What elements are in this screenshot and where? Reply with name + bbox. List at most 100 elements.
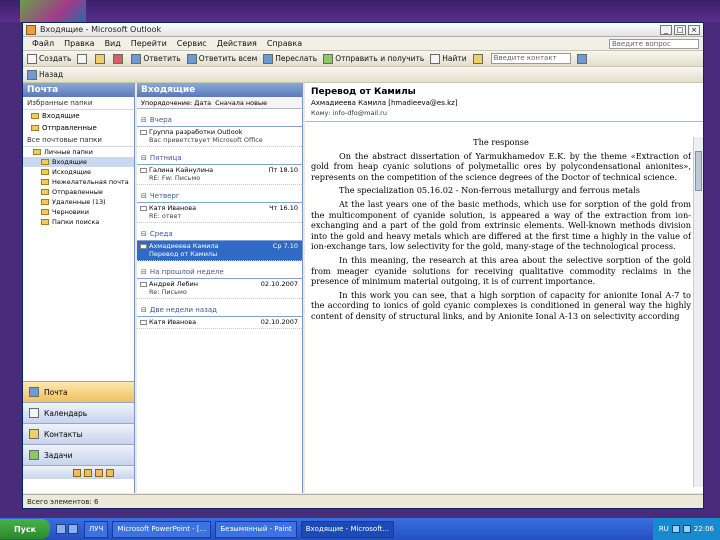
list-item[interactable]: Катя Иванова 02.10.2007 (137, 317, 302, 329)
back-button[interactable]: Назад (27, 69, 64, 80)
group-header[interactable]: Две недели назад (137, 303, 302, 317)
tree-inbox[interactable]: Входящие (23, 157, 134, 167)
start-button[interactable]: Пуск (0, 519, 50, 539)
group-header[interactable]: Четверг (137, 189, 302, 203)
menu-view[interactable]: Вид (100, 39, 126, 48)
send-receive-button[interactable]: Отправить и получить (323, 53, 424, 64)
nav-button-contacts[interactable]: Контакты (23, 423, 134, 444)
nav-button-label: Почта (44, 387, 68, 397)
menu-file[interactable]: Файл (27, 39, 59, 48)
tasks-icon (29, 450, 39, 460)
menu-edit[interactable]: Правка (59, 39, 99, 48)
menu-bar: Файл Правка Вид Перейти Сервис Действия … (23, 37, 703, 51)
send-receive-icon (323, 53, 334, 64)
reading-scrollbar[interactable] (693, 137, 703, 487)
sort-by-column[interactable]: Упорядочение: Дата (137, 97, 211, 108)
message-body: The response On the abstract dissertatio… (311, 137, 691, 487)
menu-go[interactable]: Перейти (126, 39, 172, 48)
help-button[interactable] (576, 53, 589, 64)
create-button[interactable]: Создать (27, 53, 71, 64)
message-from: Галина Кайнулина (149, 166, 214, 174)
list-item[interactable]: Андрей Лебин 02.10.2007 Re: Письмо (137, 279, 302, 299)
message-recipient[interactable]: info-dfo@mail.ru (333, 109, 387, 117)
nav-button-label: Календарь (44, 408, 88, 418)
message-recipient-row: Кому: info-dfo@mail.ru (311, 109, 697, 117)
envelope-icon (140, 130, 147, 135)
taskbar-item-active[interactable]: Входящие - Microsoft... (300, 520, 394, 538)
tree-search-folders[interactable]: Папки поиска (23, 217, 134, 227)
shortcuts-icon[interactable] (95, 468, 103, 477)
tree-sent[interactable]: Отправленные (23, 187, 134, 197)
message-sender[interactable]: Ахмадиеева Камила [hmadieeva@es.kz] (311, 99, 697, 107)
quick-launch-ie-icon[interactable] (56, 524, 66, 534)
group-header[interactable]: Пятница (137, 151, 302, 165)
nav-button-calendar[interactable]: Календарь (23, 402, 134, 423)
list-item-selected[interactable]: Ахмадиеева Камила Ср 7.10 Перевод от Ками… (137, 241, 302, 261)
contact-search-input[interactable]: Введите контакт (490, 53, 571, 64)
nav-header: Почта (23, 83, 134, 97)
taskbar-item[interactable]: Безымянный - Paint (215, 520, 297, 538)
doc-paragraph: In this meaning, the research at this ar… (311, 254, 691, 287)
menu-help[interactable]: Справка (262, 39, 307, 48)
tree-personal-folders[interactable]: Личные папки (23, 147, 134, 157)
nav-button-label: Контакты (44, 429, 83, 439)
taskbar-item[interactable]: Microsoft PowerPoint - [... (112, 520, 212, 538)
back-arrow-icon (27, 69, 37, 80)
folder-list-icon[interactable] (84, 468, 92, 477)
network-icon[interactable] (671, 525, 680, 533)
message-header: Перевод от Камилы Ахмадиеева Камила [hma… (305, 83, 703, 122)
move-button[interactable] (95, 53, 107, 64)
menu-tools[interactable]: Сервис (172, 39, 212, 48)
message-from: Катя Иванова (149, 318, 197, 326)
scrollbar-thumb[interactable] (695, 151, 702, 191)
configure-buttons-icon[interactable] (106, 468, 114, 477)
group-header[interactable]: На прошлой неделе (137, 265, 302, 279)
list-item[interactable]: Катя Иванова Чт 16.10 RE: ответ (137, 203, 302, 223)
tree-deleted[interactable]: Удаленные (13) (23, 197, 134, 207)
find-button[interactable]: Найти (430, 53, 467, 64)
list-column-headers: Упорядочение: Дата Сначала новые (137, 97, 302, 109)
contacts-icon (29, 429, 39, 439)
back-label: Назад (39, 70, 64, 79)
title-bar[interactable]: Входящие - Microsoft Outlook _ □ × (23, 23, 703, 37)
list-item[interactable]: Галина Кайнулина Пт 18.10 RE: Fw: Письмо (137, 165, 302, 185)
address-book-button[interactable] (472, 53, 485, 64)
standard-toolbar: Создать Ответить Ответить всем Переслать… (23, 51, 703, 67)
quick-launch-desktop-icon[interactable] (68, 524, 78, 534)
group-header[interactable]: Вчера (137, 113, 302, 127)
forward-label: Переслать (275, 54, 318, 63)
reply-all-button[interactable]: Ответить всем (186, 53, 257, 64)
print-button[interactable] (77, 53, 89, 64)
taskbar-item[interactable]: ЛУЧ (84, 520, 109, 538)
sent-folder-icon (31, 125, 39, 131)
to-label: Кому: (311, 109, 331, 117)
reply-button[interactable]: Ответить (131, 53, 181, 64)
favorite-inbox[interactable]: Входящие (23, 110, 134, 122)
favorite-sent[interactable]: Отправленные (23, 122, 134, 134)
notes-icon[interactable] (73, 468, 81, 477)
envelope-icon (140, 320, 147, 325)
delete-button[interactable] (113, 53, 125, 64)
delete-icon (113, 53, 124, 64)
maximize-button[interactable]: □ (674, 24, 686, 35)
group-header[interactable]: Среда (137, 227, 302, 241)
tree-label: Исходящие (52, 168, 92, 176)
forward-button[interactable]: Переслать (263, 53, 318, 64)
tree-outbox[interactable]: Исходящие (23, 167, 134, 177)
tree-drafts[interactable]: Черновики (23, 207, 134, 217)
nav-shortcut-bar (23, 465, 134, 479)
message-from: Андрей Лебин (149, 280, 198, 288)
tree-label: Удаленные (13) (52, 198, 106, 206)
menu-actions[interactable]: Действия (212, 39, 262, 48)
nav-button-tasks[interactable]: Задачи (23, 444, 134, 465)
sort-order-column[interactable]: Сначала новые (211, 97, 267, 108)
nav-button-mail[interactable]: Почта (23, 381, 134, 402)
close-button[interactable]: × (688, 24, 700, 35)
minimize-button[interactable]: _ (660, 24, 672, 35)
language-indicator[interactable]: RU (659, 525, 669, 533)
help-question-input[interactable]: Введите вопрос (609, 38, 699, 49)
volume-icon[interactable] (682, 525, 691, 533)
tree-junk[interactable]: Нежелательная почта (23, 177, 134, 187)
personal-folders-icon (33, 149, 41, 155)
list-item[interactable]: Группа разработки Outlook Вас приветству… (137, 127, 302, 147)
